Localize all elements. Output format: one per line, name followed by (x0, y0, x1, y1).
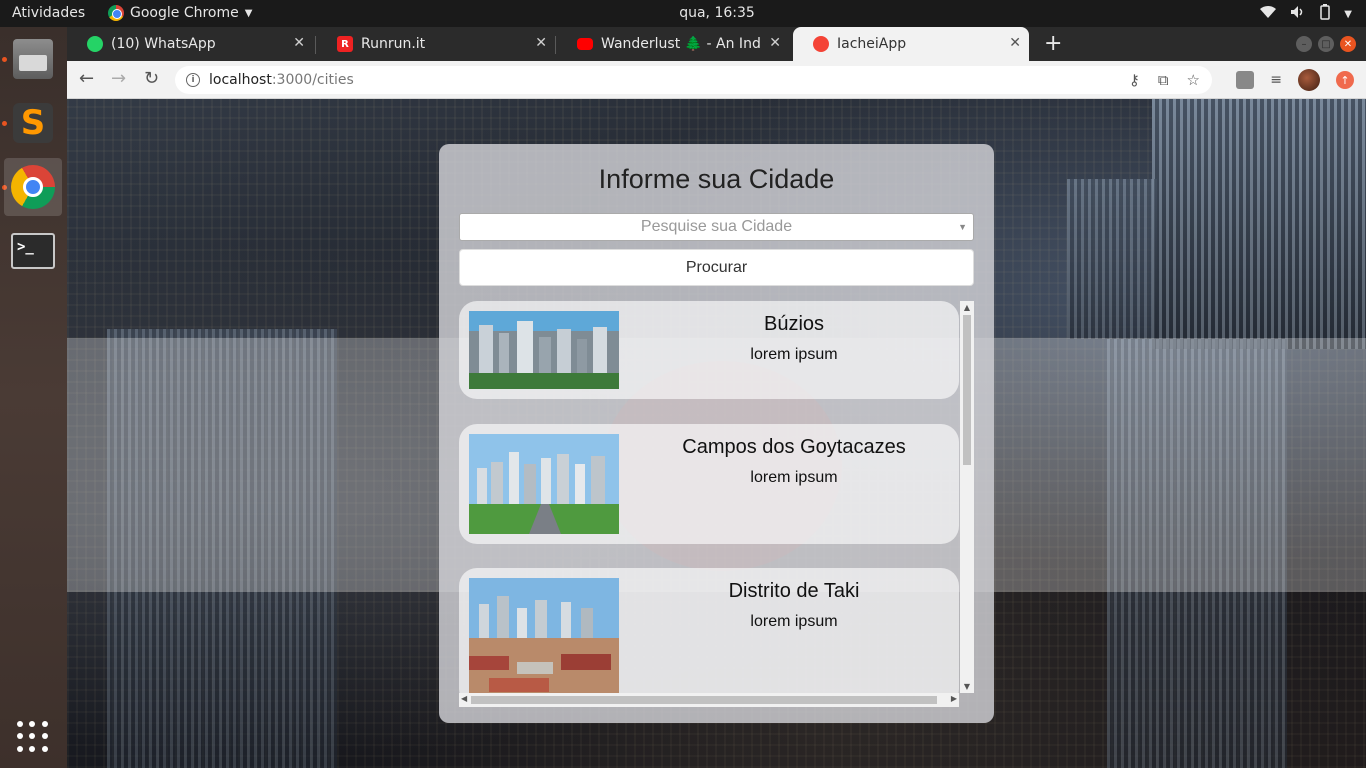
new-tab-button[interactable]: + (1044, 31, 1062, 56)
key-icon[interactable]: ⚷ (1129, 71, 1140, 89)
terminal-icon: >_ (11, 233, 55, 269)
back-button[interactable]: ← (79, 68, 94, 89)
extensions-area: ≡ ↑ (1236, 69, 1354, 91)
wifi-icon (1260, 5, 1277, 23)
tab-youtube[interactable]: Wanderlust 🌲 - An Ind ✕ (557, 27, 789, 61)
files-icon (13, 39, 53, 79)
city-search-panel: Informe sua Cidade Pesquise sua Cidade ▼… (439, 144, 994, 723)
tab-title: Wanderlust 🌲 - An Ind (601, 36, 761, 52)
chrome-icon (11, 165, 55, 209)
url-host: localhost (209, 72, 272, 88)
tab-title: (10) WhatsApp (111, 36, 216, 52)
forward-button[interactable]: → (111, 68, 126, 89)
city-name: Distrito de Taki (728, 580, 860, 602)
show-applications-icon[interactable] (17, 721, 49, 753)
vertical-scrollbar[interactable]: ▲ ▼ (960, 301, 974, 693)
city-name: Búzios (763, 313, 825, 335)
city-photo (469, 578, 619, 698)
profile-avatar[interactable] (1298, 69, 1320, 91)
runrun-icon: R (337, 36, 353, 52)
background-building (1067, 179, 1157, 339)
dock-sublime-text[interactable]: S (4, 94, 62, 152)
city-photo (469, 434, 619, 534)
city-card[interactable]: Distrito de Taki lorem ipsum (459, 568, 959, 707)
tab-whatsapp[interactable]: (10) WhatsApp ✕ (67, 27, 313, 61)
info-icon[interactable]: i (186, 73, 200, 87)
city-list[interactable]: Búzios lorem ipsum Campos dos Goytacazes… (459, 301, 974, 707)
background-building (1152, 99, 1366, 349)
horizontal-scrollbar[interactable]: ◀ ▶ (459, 693, 959, 707)
minimize-button[interactable]: – (1296, 36, 1312, 52)
extension-icon[interactable] (1236, 71, 1255, 89)
tab-title: Runrun.it (361, 36, 426, 52)
scroll-right-icon[interactable]: ▶ (951, 694, 957, 703)
city-description: lorem ipsum (750, 613, 838, 630)
city-name: Campos dos Goytacazes (682, 436, 906, 458)
city-photo (469, 311, 619, 389)
dock-terminal[interactable]: >_ (4, 222, 62, 280)
window-controls: – □ ✕ (1296, 36, 1356, 52)
tab-separator (315, 36, 316, 54)
city-description: lorem ipsum (750, 346, 838, 363)
system-tray[interactable]: ▼ (1260, 4, 1352, 24)
search-button[interactable]: Procurar (459, 249, 974, 286)
city-description: lorem ipsum (750, 469, 838, 486)
city-card[interactable]: Campos dos Goytacazes lorem ipsum (459, 424, 959, 544)
tab-runrun[interactable]: R Runrun.it ✕ (317, 27, 555, 61)
page-content: Informe sua Cidade Pesquise sua Cidade ▼… (67, 99, 1366, 768)
whatsapp-icon (87, 36, 103, 52)
volume-icon (1290, 5, 1306, 23)
tab-iacheiapp[interactable]: IacheiApp ✕ (793, 27, 1029, 61)
tab-strip: (10) WhatsApp ✕ R Runrun.it ✕ Wanderlust… (67, 27, 1366, 61)
close-icon[interactable]: ✕ (535, 35, 547, 51)
star-icon[interactable]: ☆ (1187, 71, 1200, 89)
city-card[interactable]: Búzios lorem ipsum (459, 301, 959, 399)
city-select-placeholder: Pesquise sua Cidade (640, 218, 793, 235)
close-icon[interactable]: ✕ (769, 35, 781, 51)
close-icon[interactable]: ✕ (1009, 35, 1021, 51)
sublime-text-icon: S (13, 103, 53, 143)
page-title: Informe sua Cidade (598, 164, 835, 194)
maximize-button[interactable]: □ (1318, 36, 1334, 52)
system-top-bar: Atividades Google Chrome ▼ qua, 16:35 ▼ (0, 0, 1366, 27)
address-bar[interactable]: i localhost:3000/cities ⚷ ⧉ ☆ (175, 66, 1212, 94)
url-path: :3000/cities (271, 72, 354, 88)
clock[interactable]: qua, 16:35 (0, 5, 1366, 21)
dock-files[interactable] (4, 30, 62, 88)
close-icon[interactable]: ✕ (293, 35, 305, 51)
scroll-down-icon[interactable]: ▼ (960, 682, 974, 691)
battery-icon (1320, 4, 1331, 24)
omnibox-actions: ⚷ ⧉ ☆ (1129, 71, 1200, 89)
scroll-left-icon[interactable]: ◀ (461, 694, 467, 703)
city-select[interactable]: Pesquise sua Cidade ▼ (459, 213, 974, 241)
scrollbar-thumb[interactable] (471, 696, 937, 704)
youtube-icon (577, 38, 593, 50)
browser-toolbar: ← → ↻ i localhost:3000/cities ⚷ ⧉ ☆ ≡ ↑ (67, 61, 1366, 99)
dock-chrome[interactable] (4, 158, 62, 216)
scroll-up-icon[interactable]: ▲ (960, 303, 974, 312)
open-external-icon[interactable]: ⧉ (1158, 71, 1169, 89)
reload-button[interactable]: ↻ (144, 68, 159, 89)
dock: S >_ (0, 27, 67, 768)
iacheiapp-icon (813, 36, 829, 52)
close-window-button[interactable]: ✕ (1340, 36, 1356, 52)
chevron-down-icon: ▼ (958, 222, 967, 232)
tab-title: IacheiApp (837, 36, 907, 52)
media-controls-icon[interactable]: ≡ (1270, 72, 1282, 88)
update-icon[interactable]: ↑ (1336, 71, 1354, 89)
scrollbar-thumb[interactable] (963, 315, 971, 465)
power-menu-icon: ▼ (1344, 8, 1352, 20)
tab-separator (555, 36, 556, 54)
